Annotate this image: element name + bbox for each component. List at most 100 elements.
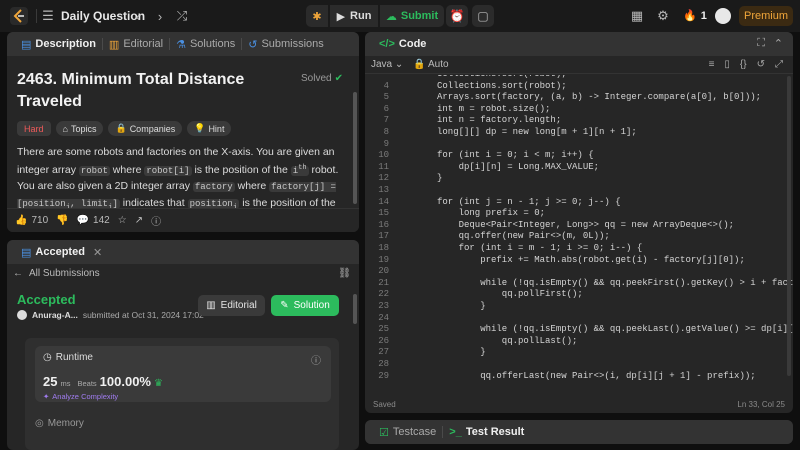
companies-tag[interactable]: 🔒 Companies (108, 121, 183, 136)
problem-list-icon[interactable]: ☰ (40, 8, 56, 24)
problem-title[interactable]: 2463. Minimum Total Distance Traveled (17, 69, 257, 113)
editor-scrollbar[interactable] (787, 76, 791, 376)
braces-icon[interactable]: {} (740, 59, 747, 70)
tab-code[interactable]: </> Code (373, 38, 432, 50)
next-problem-icon[interactable]: › (152, 8, 168, 24)
tab-submissions[interactable]: ↺ Submissions (242, 38, 330, 51)
star-icon: ☆ (117, 215, 127, 226)
history-icon: ↺ (248, 38, 258, 51)
tab-description[interactable]: ▤ Description (15, 38, 102, 51)
notes-button[interactable]: ▢ (472, 5, 494, 27)
auto-mode[interactable]: 🔒 Auto (413, 59, 448, 70)
tab-test-result[interactable]: >_ Test Result (443, 426, 530, 438)
comments-button[interactable]: 💬 142 (77, 215, 110, 226)
result-tabs: ▤ Accepted ✕ (7, 240, 359, 264)
gear-icon[interactable]: ⚙ (655, 8, 671, 24)
streak-counter[interactable]: 🔥 1 (683, 9, 707, 23)
tab-label: Testcase (392, 426, 437, 438)
leetcode-logo-icon[interactable] (10, 7, 28, 25)
code-editor[interactable]: Collections.sort(robot); 4 Collections.sor… (365, 75, 793, 395)
line-text: for (int i = 0; i < m; i++) { (437, 150, 594, 161)
dislike-button[interactable]: 👎 (56, 215, 68, 226)
tab-accepted[interactable]: ▤ Accepted ✕ (15, 246, 108, 259)
runtime-value: 25 (43, 374, 58, 389)
line-text: qq.offerLast(new Pair<>(i, dp[i][j + 1] … (437, 370, 756, 381)
hint-tag[interactable]: 💡 Hint (187, 121, 232, 136)
code-line: 11 dp[i][n] = Long.MAX_VALUE; (365, 162, 793, 174)
favorite-button[interactable]: ☆ (118, 215, 127, 226)
runtime-value-row: 25 ms Beats 100.00% ♛ (43, 374, 163, 389)
tag-icon: ⌂ (62, 123, 68, 134)
runtime-box[interactable]: ◷ Runtime ⓘ 25 ms Beats 100.00% ♛ ✦ Anal… (35, 346, 331, 402)
tab-editorial[interactable]: ▥ Editorial (103, 38, 169, 51)
code-line: 17 qq.offer(new Pair<>(m, 0L)); (365, 231, 793, 243)
expand-icon[interactable]: ⛶ (757, 37, 765, 50)
timer-button[interactable]: ⏰ (446, 5, 468, 27)
line-text: qq.pollLast(); (437, 335, 578, 346)
comment-icon: 💬 (76, 215, 90, 226)
line-number: 14 (378, 196, 389, 207)
scrollbar[interactable] (353, 92, 357, 204)
submit-button[interactable]: ☁ Submit (380, 5, 444, 27)
help-button[interactable]: ⓘ (151, 213, 161, 228)
problem-actions: 👍 710 👎 💬 142 ☆ ↗ ⓘ (7, 208, 359, 232)
line-text: } (437, 301, 486, 311)
solution-button[interactable]: ✎ Solution (271, 295, 339, 316)
line-number: 25 (378, 324, 389, 335)
link-icon[interactable]: ⛓ (338, 268, 351, 279)
line-number: 16 (378, 219, 389, 230)
document-icon: ▤ (21, 38, 32, 51)
like-button[interactable]: 👍 710 (15, 215, 48, 226)
shuffle-icon[interactable]: ⤮ (174, 8, 190, 24)
submitted-time: submitted at Oct 31, 2024 17:02 (82, 310, 204, 320)
scrollbar[interactable] (353, 294, 357, 324)
line-number: 21 (378, 277, 389, 288)
line-text: while (!qq.isEmpty() && qq.peekLast().ge… (480, 324, 793, 335)
sparkle-icon: ✦ (43, 392, 50, 401)
bookmark-icon[interactable]: ▯ (724, 59, 730, 70)
submit-label: Submit (400, 10, 439, 22)
line-text: for (int j = n - 1; j >= 0; j--) { (437, 196, 621, 207)
memory-tab[interactable]: ◎ Memory (35, 418, 84, 429)
code-line: 18 for (int i = m - 1; i >= 0; i--) { (365, 243, 793, 255)
layout-grid-icon[interactable]: ▦ (629, 8, 645, 24)
code-line: 9 (365, 139, 793, 151)
back-to-submissions[interactable]: ← All Submissions ⛓ (7, 266, 359, 280)
premium-button[interactable]: Premium (739, 6, 793, 26)
topics-tag[interactable]: ⌂ Topics (55, 121, 104, 136)
arrow-left-icon: ← (13, 267, 23, 279)
analyze-complexity-link[interactable]: ✦ Analyze Complexity (43, 392, 118, 401)
code-line: 7 int n = factory.length; (365, 115, 793, 127)
collapse-icon[interactable]: ⌃ (774, 37, 783, 50)
code-line: 16 Deque<Pair<Integer, Long>> qq = new A… (365, 220, 793, 232)
close-icon[interactable]: ✕ (93, 246, 102, 259)
prev-problem-icon[interactable]: ‹ (130, 8, 146, 24)
debug-button[interactable]: ✱ (306, 5, 328, 27)
menu-icon[interactable]: ≡ (709, 59, 715, 70)
line-number: 27 (378, 347, 389, 358)
language-select[interactable]: Java ⌄ (371, 59, 403, 70)
author-avatar (17, 310, 27, 320)
description-tabs: ▤ Description ▥ Editorial ⚗ Solutions ↺ … (7, 32, 359, 56)
line-number: 11 (378, 161, 389, 172)
author-name[interactable]: Anurag-A... (32, 310, 78, 320)
code-line: 29 qq.offerLast(new Pair<>(i, dp[i][j + … (365, 371, 793, 383)
submission-meta: Anurag-A... submitted at Oct 31, 2024 17… (17, 310, 204, 320)
reset-icon[interactable]: ↺ (757, 59, 765, 70)
info-icon[interactable]: ⓘ (311, 352, 321, 367)
maximize-icon[interactable]: ⤢ (775, 59, 783, 70)
all-submissions-link: All Submissions (29, 267, 100, 279)
tab-testcase[interactable]: ☑ Testcase (373, 426, 442, 439)
avatar[interactable] (715, 8, 731, 24)
editorial-button[interactable]: ▥ Editorial (198, 295, 265, 316)
run-button[interactable]: ▶ Run (330, 5, 378, 27)
checkbox-icon: ☑ (379, 426, 389, 439)
tab-solutions[interactable]: ⚗ Solutions (170, 38, 241, 51)
share-button[interactable]: ↗ (135, 215, 143, 226)
code-line: 25 while (!qq.isEmpty() && qq.peekLast()… (365, 324, 793, 336)
runtime-heading: ◷ Runtime (43, 352, 93, 363)
chip-icon: ◎ (35, 418, 44, 429)
line-number: 15 (378, 208, 389, 219)
tab-label: Code (398, 38, 427, 50)
line-text: Collections.sort(robot); (437, 80, 567, 91)
